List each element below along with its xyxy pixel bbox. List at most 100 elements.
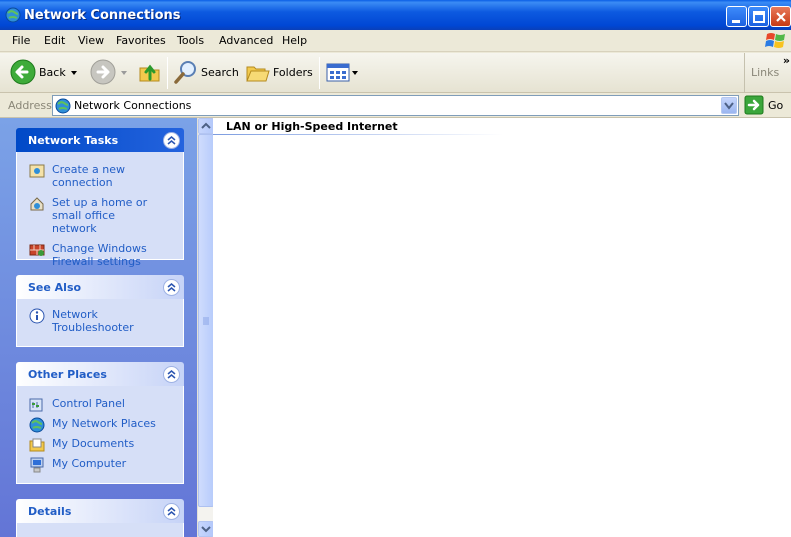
title-bar[interactable]: Network Connections (0, 0, 791, 30)
my-network-places-link[interactable]: My Network Places (17, 417, 183, 433)
address-dropdown-button[interactable] (721, 97, 737, 114)
menu-file[interactable]: File (12, 34, 30, 47)
back-button[interactable]: Back (10, 59, 80, 87)
go-label: Go (768, 99, 784, 112)
computer-icon (30, 457, 44, 473)
details-title: Details (28, 505, 72, 518)
maximize-button[interactable] (748, 6, 769, 27)
see-also-panel: See Also Network Troubleshooter (16, 275, 184, 347)
minimize-button[interactable] (726, 6, 747, 27)
details-panel: Details (16, 499, 184, 537)
address-label: Address (8, 99, 52, 112)
menu-view[interactable]: View (78, 34, 104, 47)
back-label: Back (39, 66, 66, 79)
menu-tools[interactable]: Tools (177, 34, 204, 47)
task-pane-scrollbar[interactable] (197, 118, 214, 537)
see-also-header[interactable]: See Also (16, 275, 184, 299)
menu-bar: File Edit View Favorites Tools Advanced … (0, 30, 791, 52)
go-arrow-icon (744, 95, 764, 115)
network-troubleshooter-link[interactable]: Network Troubleshooter (17, 308, 137, 334)
see-also-title: See Also (28, 281, 82, 294)
setup-network-link[interactable]: Set up a home or small office network (17, 196, 162, 235)
search-icon (174, 61, 196, 84)
address-value: Network Connections (74, 99, 192, 112)
other-places-body: Control Panel My Network Places My Docum… (16, 386, 184, 484)
my-computer-link[interactable]: My Computer (17, 457, 183, 473)
scroll-up-icon (201, 122, 211, 129)
change-firewall-link[interactable]: Change Windows Firewall settings (17, 242, 157, 268)
scroll-down-button[interactable] (198, 521, 214, 537)
home-network-icon (30, 197, 44, 211)
folders-icon (246, 66, 270, 82)
scroll-up-button[interactable] (198, 118, 214, 134)
menu-favorites[interactable]: Favorites (116, 34, 166, 47)
folders-button[interactable]: Folders (245, 59, 313, 87)
my-computer-label: My Computer (52, 457, 127, 470)
chevron-up-icon (167, 136, 176, 145)
control-panel-link[interactable]: Control Panel (17, 397, 183, 412)
change-firewall-label: Change Windows Firewall settings (52, 242, 147, 268)
info-icon (29, 308, 45, 324)
back-dropdown-icon (71, 71, 77, 75)
create-connection-label: Create a new connection (52, 163, 126, 189)
standard-toolbar: Back Search Folders (0, 53, 791, 93)
globe-icon (29, 417, 45, 433)
search-button[interactable]: Search (173, 59, 239, 87)
collapse-button[interactable] (163, 503, 180, 520)
details-body (16, 523, 184, 537)
menu-help[interactable]: Help (282, 34, 307, 47)
window-title: Network Connections (24, 8, 181, 23)
links-label: Links (751, 66, 780, 79)
search-label: Search (201, 66, 239, 79)
file-list-view[interactable]: LAN or High-Speed Internet (213, 118, 791, 537)
documents-folder-icon (29, 438, 45, 452)
toolbar-separator (319, 57, 320, 89)
views-icon (326, 63, 350, 82)
folders-label: Folders (273, 66, 313, 79)
create-connection-link[interactable]: Create a new connection (17, 163, 137, 189)
other-places-title: Other Places (28, 368, 107, 381)
chevron-up-icon (167, 370, 176, 379)
toolbar-separator (167, 57, 168, 89)
see-also-body: Network Troubleshooter (16, 299, 184, 347)
back-arrow-icon (10, 59, 36, 85)
network-connections-icon (5, 7, 21, 23)
group-divider (213, 134, 503, 135)
address-bar: Address Network Connections Go (0, 94, 791, 118)
other-places-header[interactable]: Other Places (16, 362, 184, 386)
network-troubleshooter-label: Network Troubleshooter (52, 308, 134, 334)
setup-network-label: Set up a home or small office network (52, 196, 148, 235)
links-toolbar[interactable]: Links » (744, 53, 791, 93)
folder-up-icon (139, 64, 160, 82)
windows-logo-icon (765, 33, 785, 48)
scroll-thumb[interactable] (198, 134, 214, 507)
my-documents-link[interactable]: My Documents (17, 437, 183, 452)
other-places-panel: Other Places Control Panel My Network Pl… (16, 362, 184, 484)
firewall-icon (29, 244, 45, 256)
control-panel-icon (29, 398, 43, 412)
collapse-button[interactable] (163, 132, 180, 149)
chevron-more-icon[interactable]: » (783, 54, 790, 67)
details-header[interactable]: Details (16, 499, 184, 523)
chevron-up-icon (167, 283, 176, 292)
forward-button[interactable] (90, 59, 130, 87)
close-button[interactable] (770, 6, 791, 27)
chevron-down-icon (724, 102, 734, 110)
collapse-button[interactable] (163, 366, 180, 383)
collapse-button[interactable] (163, 279, 180, 296)
group-header: LAN or High-Speed Internet (226, 120, 398, 133)
network-connections-icon (55, 98, 71, 114)
address-input[interactable]: Network Connections (52, 95, 739, 116)
go-button[interactable]: Go (744, 95, 788, 116)
my-network-places-label: My Network Places (52, 417, 156, 430)
network-tasks-header[interactable]: Network Tasks (16, 128, 184, 152)
control-panel-label: Control Panel (52, 397, 125, 410)
menu-edit[interactable]: Edit (44, 34, 65, 47)
my-documents-label: My Documents (52, 437, 135, 450)
minimize-icon (732, 20, 740, 23)
menu-advanced[interactable]: Advanced (219, 34, 273, 47)
scroll-down-icon (201, 526, 211, 533)
views-button[interactable] (326, 59, 360, 87)
network-tasks-body: Create a new connection Set up a home or… (16, 152, 184, 268)
up-button[interactable] (137, 59, 163, 87)
